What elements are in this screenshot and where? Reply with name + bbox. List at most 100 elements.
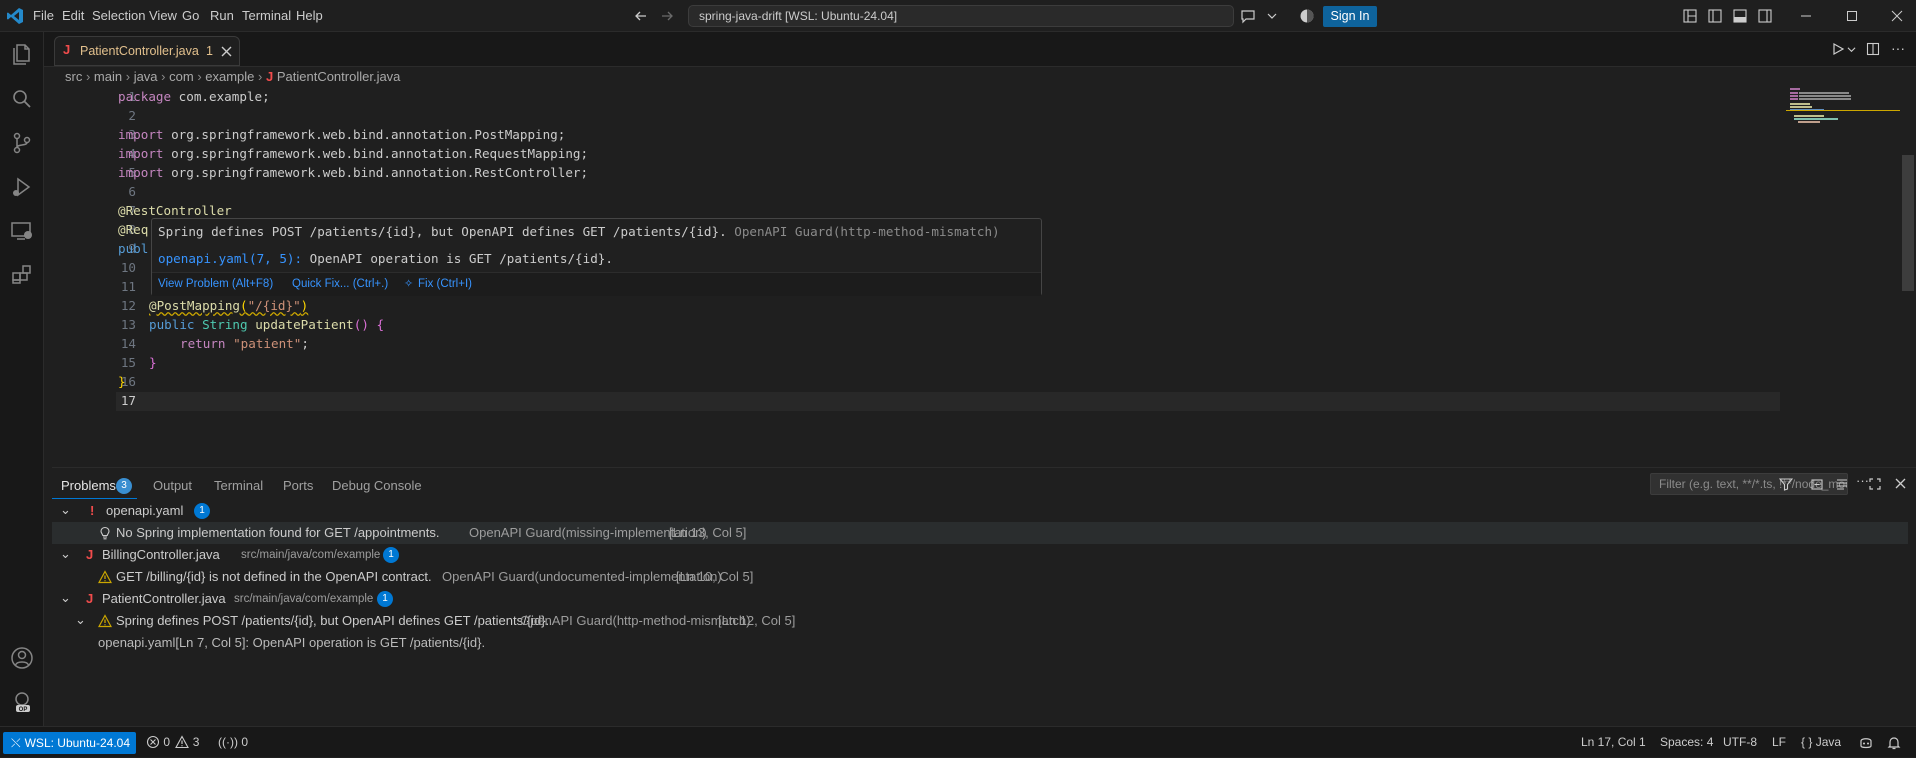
forward-arrow-icon[interactable] — [660, 9, 674, 23]
source-control-icon[interactable] — [8, 129, 36, 157]
code-line: package com.example; — [118, 89, 270, 104]
hover-message: Spring defines POST /patients/{id}, but … — [158, 224, 1000, 239]
tab-terminal[interactable]: Terminal — [214, 476, 263, 496]
problem-message: No Spring implementation found for GET /… — [116, 525, 440, 540]
toggle-primary-sidebar-icon[interactable] — [1707, 8, 1723, 24]
ports-count: 0 — [241, 735, 249, 749]
more-actions-icon[interactable]: ··· — [1891, 40, 1905, 56]
menu-go[interactable]: Go — [182, 0, 199, 32]
problem-location: [Ln 12, Col 5] — [718, 613, 796, 628]
maximize-icon[interactable] — [1846, 10, 1858, 22]
menu-help[interactable]: Help — [296, 0, 323, 32]
problems-file-row[interactable]: ⌄ ! openapi.yaml 1 — [52, 500, 1908, 522]
account-icon[interactable] — [8, 644, 36, 672]
chevron-down-icon[interactable]: ⌄ — [60, 499, 71, 521]
error-icon — [146, 735, 160, 749]
close-panel-icon[interactable] — [1894, 477, 1907, 490]
customize-layout-icon[interactable] — [1682, 8, 1698, 24]
tab-problems[interactable]: Problems — [61, 476, 116, 496]
menu-file[interactable]: File — [33, 0, 54, 32]
java-file-icon: J — [265, 69, 274, 84]
explorer-icon[interactable] — [8, 40, 36, 68]
back-arrow-icon[interactable] — [634, 9, 648, 23]
collapse-all-icon[interactable] — [1810, 477, 1824, 491]
chevron-down-icon[interactable] — [1267, 11, 1277, 21]
toggle-secondary-sidebar-icon[interactable] — [1757, 8, 1773, 24]
run-icon[interactable] — [1831, 42, 1845, 56]
lightbulb-icon — [100, 526, 110, 540]
command-center[interactable]: spring-java-drift [WSL: Ubuntu-24.04] — [688, 5, 1234, 27]
run-and-debug-icon[interactable] — [8, 173, 36, 201]
problems-status[interactable]: 0 3 — [146, 727, 199, 758]
filter-funnel-icon[interactable] — [1779, 477, 1793, 491]
problems-file-row[interactable]: ⌄ J BillingController.java src/main/java… — [52, 544, 1908, 566]
problem-location: [Ln 13, Col 5] — [669, 525, 747, 540]
menu-terminal[interactable]: Terminal — [242, 0, 291, 32]
line-number: 12 — [120, 298, 136, 313]
close-window-icon[interactable] — [1891, 10, 1903, 22]
problem-item[interactable]: GET /billing/{id} is not defined in the … — [52, 566, 1908, 588]
remote-icon: ⤬ — [11, 736, 21, 750]
run-dropdown-chevron-icon[interactable] — [1847, 45, 1856, 54]
chevron-down-icon[interactable]: ⌄ — [75, 609, 86, 631]
problem-item[interactable]: No Spring implementation found for GET /… — [52, 522, 1908, 544]
tab-patientcontroller[interactable]: J PatientController.java 1 — [54, 36, 240, 66]
problems-file-row[interactable]: ⌄ J PatientController.java src/main/java… — [52, 588, 1908, 610]
accounts-circle-icon[interactable] — [1299, 8, 1315, 24]
fix-link[interactable]: Fix (Ctrl+I) — [418, 278, 472, 290]
java-file-icon: J — [86, 591, 94, 606]
sign-in-button[interactable]: Sign In — [1323, 6, 1377, 27]
menu-selection[interactable]: Selection — [92, 0, 145, 32]
chevron-down-icon[interactable]: ⌄ — [60, 543, 71, 565]
menu-view[interactable]: View — [149, 0, 177, 32]
tab-ports[interactable]: Ports — [283, 476, 313, 496]
breadcrumb-item[interactable]: com — [169, 69, 194, 84]
warning-count: 3 — [192, 735, 200, 749]
tab-output[interactable]: Output — [153, 476, 192, 496]
copilot-icon[interactable] — [1858, 735, 1874, 751]
breadcrumb-item[interactable]: PatientController.java — [277, 69, 401, 84]
close-tab-icon[interactable] — [220, 45, 233, 58]
line-number: 6 — [128, 184, 136, 199]
line-number: 2 — [128, 108, 136, 123]
view-problem-link[interactable]: View Problem (Alt+F8) — [158, 278, 273, 290]
extensions-icon[interactable] — [8, 261, 36, 289]
menu-edit[interactable]: Edit — [62, 0, 84, 32]
ports-status[interactable]: ((·)) 0 — [218, 727, 248, 758]
warning-icon — [98, 570, 112, 584]
remote-indicator[interactable]: ⤬ WSL: Ubuntu-24.04 — [3, 732, 136, 754]
encoding[interactable]: UTF-8 — [1723, 727, 1757, 758]
breadcrumb-item[interactable]: java — [134, 69, 158, 84]
view-as-list-icon[interactable] — [1835, 477, 1849, 491]
breadcrumb-item[interactable]: src — [65, 69, 82, 84]
indentation[interactable]: Spaces: 4 — [1660, 727, 1713, 758]
breadcrumb-item[interactable]: main — [94, 69, 122, 84]
minimap[interactable] — [1786, 87, 1900, 462]
menu-run[interactable]: Run — [210, 0, 234, 32]
search-icon[interactable] — [8, 85, 36, 113]
breadcrumb-item[interactable]: example — [205, 69, 254, 84]
file-problem-count: 1 — [377, 591, 393, 607]
language-mode[interactable]: { } Java — [1801, 727, 1841, 758]
problem-message: Spring defines POST /patients/{id}, but … — [116, 613, 550, 628]
copilot-chat-icon[interactable] — [1240, 8, 1256, 24]
tab-debug-console[interactable]: Debug Console — [332, 476, 422, 496]
manage-gear-icon[interactable]: OP — [8, 687, 36, 715]
cursor-position[interactable]: Ln 17, Col 1 — [1581, 727, 1646, 758]
title-bar: File Edit Selection View Go Run Terminal… — [0, 0, 1916, 32]
chevron-down-icon[interactable]: ⌄ — [60, 587, 71, 609]
toggle-panel-icon[interactable] — [1732, 8, 1748, 24]
quick-fix-link[interactable]: Quick Fix... (Ctrl+.) — [292, 278, 388, 290]
code-line: } — [118, 374, 126, 389]
problem-item[interactable]: ⌄ Spring defines POST /patients/{id}, bu… — [52, 610, 1908, 632]
minimize-icon[interactable] — [1800, 10, 1812, 22]
maximize-panel-icon[interactable] — [1868, 477, 1882, 491]
problem-message: GET /billing/{id} is not defined in the … — [116, 569, 432, 584]
split-editor-icon[interactable] — [1866, 42, 1880, 56]
remote-explorer-icon[interactable] — [8, 217, 36, 245]
problem-related-info[interactable]: openapi.yaml[Ln 7, Col 5]: OpenAPI opera… — [52, 632, 1908, 654]
related-location-link[interactable]: openapi.yaml(7, 5): — [158, 251, 302, 266]
editor-scrollbar[interactable] — [1902, 155, 1914, 291]
line-endings[interactable]: LF — [1772, 727, 1786, 758]
notifications-bell-icon[interactable] — [1886, 735, 1902, 751]
